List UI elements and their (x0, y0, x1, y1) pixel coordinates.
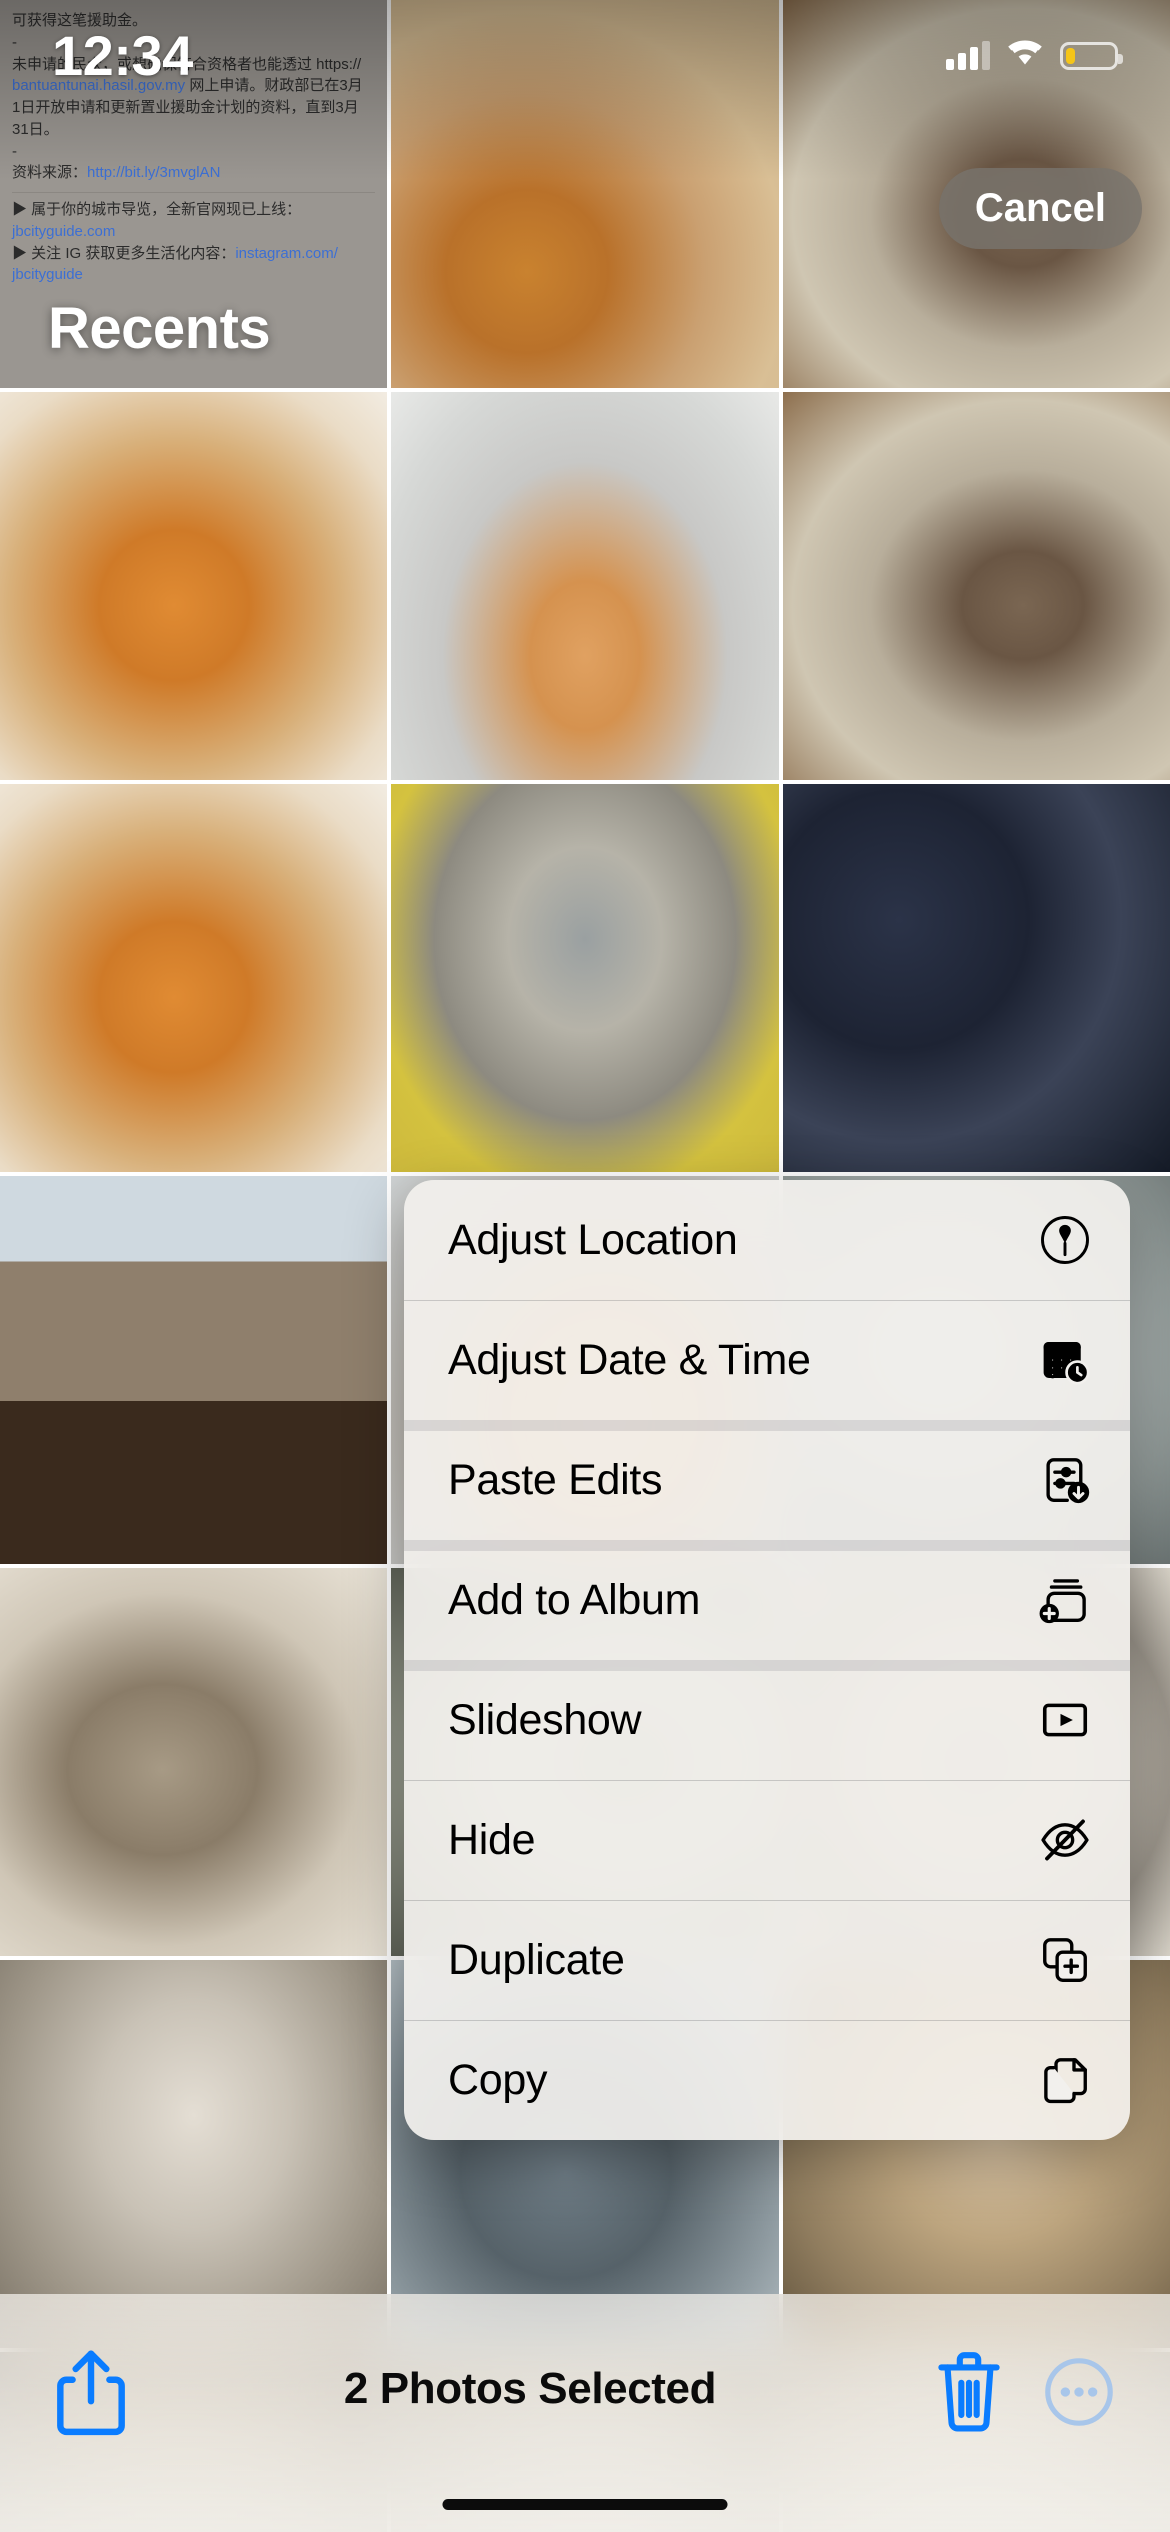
context-menu-item[interactable]: Hide (404, 1780, 1130, 1900)
location-pin-circle-icon (1038, 1213, 1092, 1267)
context-menu-item-label: Slideshow (448, 1695, 642, 1744)
context-menu-item-label: Paste Edits (448, 1455, 663, 1504)
photo-tile[interactable] (391, 784, 779, 1172)
toolbar-right-group (930, 2346, 1118, 2438)
share-up-arrow-icon (52, 2346, 130, 2438)
context-menu-item-label: Copy (448, 2055, 548, 2104)
photo-thumbnail (0, 1568, 388, 1956)
eye-slash-icon (1038, 1813, 1092, 1867)
photo-thumbnail (0, 1960, 388, 2348)
context-menu-item[interactable]: Paste Edits (404, 1420, 1130, 1540)
wifi-icon (1007, 39, 1043, 72)
photo-tile[interactable] (0, 1176, 388, 1564)
battery-icon (1060, 41, 1123, 70)
copy-documents-icon (1038, 2053, 1092, 2107)
selection-count-label: 2 Photos Selected (343, 2364, 717, 2413)
context-menu-item-label: Hide (448, 1815, 536, 1864)
delete-button[interactable] (930, 2346, 1008, 2438)
play-rectangle-icon (1038, 1693, 1092, 1747)
duplicate-squares-icon (1038, 1933, 1092, 1987)
photo-thumbnail (391, 784, 779, 1172)
photo-thumbnail (782, 392, 1170, 780)
photo-tile[interactable] (0, 1960, 388, 2348)
photo-thumbnail (782, 784, 1170, 1172)
photo-thumbnail (391, 392, 779, 780)
photos-app-screen: 可获得这笔援助金。 - 未申请的民众，或想确保符合资格者也能透过 https://b… (0, 0, 1170, 2532)
context-menu: Adjust Location Adjust Date & Time Paste… (404, 1180, 1130, 2140)
photo-thumbnail (0, 392, 388, 780)
calendar-clock-icon (1038, 1333, 1092, 1387)
selection-toolbar: 2 Photos Selected (0, 2294, 1170, 2532)
cancel-button[interactable]: Cancel (938, 168, 1142, 249)
home-indicator (442, 2499, 728, 2510)
context-menu-item-label: Duplicate (448, 1935, 625, 1984)
photo-tile[interactable] (782, 784, 1170, 1172)
photo-tile[interactable] (782, 392, 1170, 780)
context-menu-item[interactable]: Slideshow (404, 1660, 1130, 1780)
paste-edits-icon (1038, 1453, 1092, 1507)
context-menu-item[interactable]: Add to Album (404, 1540, 1130, 1660)
ellipsis-circle-icon (1040, 2346, 1118, 2438)
photo-tile[interactable] (0, 1568, 388, 1956)
status-bar-indicators (946, 39, 1123, 72)
status-bar-clock: 12:34 (52, 24, 193, 87)
photo-tile[interactable] (0, 392, 388, 780)
share-button[interactable] (52, 2346, 130, 2438)
photo-tile[interactable] (0, 784, 388, 1172)
page-title: Recents (48, 296, 271, 361)
context-menu-item[interactable]: Copy (404, 2020, 1130, 2140)
context-menu-item[interactable]: Adjust Date & Time (404, 1300, 1130, 1420)
photo-thumbnail (0, 1176, 388, 1564)
add-to-album-icon (1038, 1573, 1092, 1627)
context-menu-item[interactable]: Duplicate (404, 1900, 1130, 2020)
status-bar: 12:34 (0, 0, 1170, 95)
photo-tile[interactable] (391, 392, 779, 780)
more-options-button[interactable] (1040, 2346, 1118, 2438)
context-menu-item[interactable]: Adjust Location (404, 1180, 1130, 1300)
trash-icon (930, 2346, 1008, 2438)
context-menu-item-label: Adjust Location (448, 1215, 738, 1264)
photo-thumbnail (0, 784, 388, 1172)
context-menu-item-label: Adjust Date & Time (448, 1335, 811, 1384)
context-menu-item-label: Add to Album (448, 1575, 701, 1624)
cellular-signal-icon (946, 40, 990, 70)
